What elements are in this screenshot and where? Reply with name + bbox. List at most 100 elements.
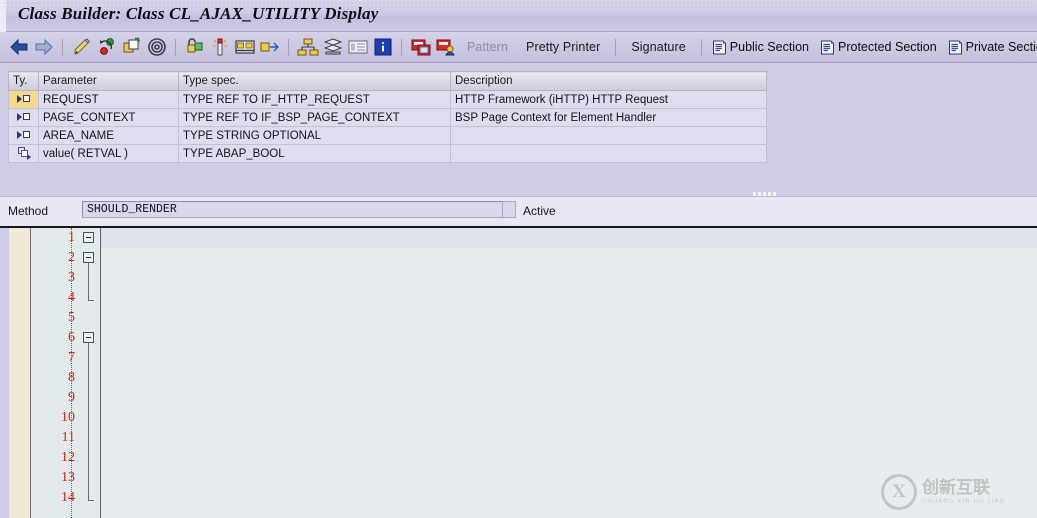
fold-toggle-icon[interactable] <box>83 232 94 243</box>
cell-description[interactable]: HTTP Framework (iHTTP) HTTP Request <box>450 90 767 109</box>
cell-parameter[interactable]: PAGE_CONTEXT <box>38 108 179 127</box>
where-used-icon[interactable] <box>144 35 169 60</box>
forward-arrow-icon[interactable] <box>31 35 56 60</box>
code-line[interactable]: * parent for this purpose. <box>101 368 1037 388</box>
code-folding-column[interactable] <box>78 228 101 518</box>
cell-parameter[interactable]: REQUEST <box>38 90 179 109</box>
table-row[interactable]: REQUEST TYPE REF TO IF_HTTP_REQUEST HTTP… <box>8 90 767 109</box>
section-doc-icon <box>820 40 835 55</box>
table-icon[interactable] <box>232 35 257 60</box>
row-type-cell[interactable] <box>8 126 39 145</box>
pencil-edit-icon[interactable] <box>69 35 94 60</box>
cell-type-spec[interactable]: TYPE REF TO IF_HTTP_REQUEST <box>178 90 451 109</box>
info-icon[interactable] <box>370 35 395 60</box>
cell-parameter[interactable]: AREA_NAME <box>38 126 179 145</box>
fold-toggle-icon[interactable] <box>83 332 94 343</box>
bookmark-strip[interactable] <box>9 228 31 518</box>
column-header-description[interactable]: Description <box>450 71 767 91</box>
code-line[interactable]: * and it is not this area. Do not render… <box>101 468 1037 488</box>
private-section-label: Private Section <box>965 40 1037 54</box>
code-line[interactable]: * Else <box>101 388 1037 408</box>
cell-description[interactable] <box>450 144 767 163</box>
check-syntax-icon[interactable] <box>94 35 119 60</box>
code-line[interactable]: * Else <box>101 428 1037 448</box>
toolbar-separator <box>62 38 63 56</box>
protected-section-button[interactable]: Protected Section <box>816 40 944 55</box>
code-line[interactable] <box>101 308 1037 328</box>
pattern-button[interactable]: Pattern <box>458 40 517 54</box>
cell-description[interactable]: BSP Page Context for Element Handler <box>450 108 767 127</box>
column-header-type[interactable]: Ty. <box>8 71 39 91</box>
line-number: 9 <box>68 390 75 405</box>
main-toolbar: Pattern Pretty Printer Signature Public … <box>0 32 1037 63</box>
cell-parameter[interactable]: value( RETVAL ) <box>38 144 179 163</box>
package-icon[interactable] <box>408 35 433 60</box>
cell-type-spec[interactable]: TYPE ABAP_BOOL <box>178 144 451 163</box>
table-header-row: Ty. Parameter Type spec. Description <box>8 71 767 91</box>
cell-type-spec[interactable]: TYPE STRING OPTIONAL <box>178 126 451 145</box>
code-line[interactable]: * If a child of the current area is aske… <box>101 408 1037 428</box>
back-arrow-icon[interactable] <box>6 35 31 60</box>
code-editor[interactable]: 1 2 3 4 5 6 7 8 9 10 11 12 13 14 METHOD … <box>0 226 1037 518</box>
fold-guide-line <box>88 263 89 301</box>
private-section-button[interactable]: Private Section <box>944 40 1037 55</box>
table-row[interactable]: AREA_NAME TYPE STRING OPTIONAL <box>8 126 767 145</box>
toolbar-separator <box>288 38 289 56</box>
toolbar-separator <box>615 38 617 56</box>
pretty-printer-button[interactable]: Pretty Printer <box>517 40 609 54</box>
code-line[interactable]: * added to the stack before calling this… <box>101 348 1037 368</box>
code-line[interactable]: METHOD should_render. <box>101 228 1037 248</box>
wizard-icon[interactable] <box>207 35 232 60</box>
list-icon[interactable] <box>345 35 370 60</box>
code-line[interactable]: * If you are here, this implies that one… <box>101 448 1037 468</box>
cell-description[interactable] <box>450 126 767 145</box>
line-number: 2 <box>68 250 75 265</box>
importing-param-icon <box>16 130 32 141</box>
column-header-type-spec[interactable]: Type spec. <box>178 71 451 91</box>
public-section-button[interactable]: Public Section <box>708 40 816 55</box>
table-row[interactable]: value( RETVAL ) TYPE ABAP_BOOL <box>8 144 767 163</box>
cell-type-spec[interactable]: TYPE REF TO IF_BSP_PAGE_CONTEXT <box>178 108 451 127</box>
row-type-cell[interactable] <box>8 144 39 163</box>
parameter-panel: Ty. Parameter Type spec. Description REQ… <box>0 63 1037 196</box>
section-doc-icon <box>948 40 963 55</box>
row-type-cell[interactable] <box>8 90 39 109</box>
row-type-cell[interactable] <box>8 108 39 127</box>
window-title-bar: Class Builder: Class CL_AJAX_UTILITY Dis… <box>0 0 1037 32</box>
hierarchy-icon[interactable] <box>295 35 320 60</box>
code-text-area[interactable]: METHOD should_render. * This is the crux… <box>101 228 1037 518</box>
navigate-icon[interactable] <box>257 35 282 60</box>
parameter-table: Ty. Parameter Type spec. Description REQ… <box>8 71 767 163</box>
code-line[interactable]: * Always, to be on the safe side, as thi… <box>101 488 1037 508</box>
stack-icon[interactable] <box>320 35 345 60</box>
unlock-icon[interactable] <box>182 35 207 60</box>
code-line[interactable]: * see if any area should render or not. … <box>101 268 1037 288</box>
toolbar-separator <box>175 38 176 56</box>
line-number: 8 <box>68 370 75 385</box>
public-section-label: Public Section <box>729 40 809 54</box>
code-line[interactable]: * For marked areas and pages, the follow… <box>101 288 1037 308</box>
code-line[interactable]: * If a parent area is asked for, this ar… <box>101 328 1037 348</box>
fold-toggle-icon[interactable] <box>83 252 94 263</box>
method-status-label: Active <box>523 204 556 218</box>
importing-param-icon <box>16 112 32 123</box>
code-line[interactable]: * This is the crux of the server-side op… <box>101 248 1037 268</box>
page-title: Class Builder: Class CL_AJAX_UTILITY Dis… <box>18 4 379 23</box>
method-name-input[interactable] <box>82 201 514 218</box>
returning-param-icon <box>16 147 32 161</box>
importing-param-icon <box>16 94 32 105</box>
user-package-icon[interactable] <box>433 35 458 60</box>
signature-button[interactable]: Signature <box>622 40 694 54</box>
toolbar-separator <box>401 38 402 56</box>
line-number: 4 <box>68 290 75 305</box>
line-number: 1 <box>68 230 75 245</box>
activate-icon[interactable] <box>119 35 144 60</box>
line-number: 3 <box>68 270 75 285</box>
method-status-indicator <box>502 201 516 218</box>
line-number: 7 <box>68 350 75 365</box>
method-bar: Method Active <box>0 196 1037 226</box>
editor-left-border <box>0 228 9 518</box>
column-header-parameter[interactable]: Parameter <box>38 71 179 91</box>
toolbar-separator <box>700 38 702 56</box>
table-row[interactable]: PAGE_CONTEXT TYPE REF TO IF_BSP_PAGE_CON… <box>8 108 767 127</box>
